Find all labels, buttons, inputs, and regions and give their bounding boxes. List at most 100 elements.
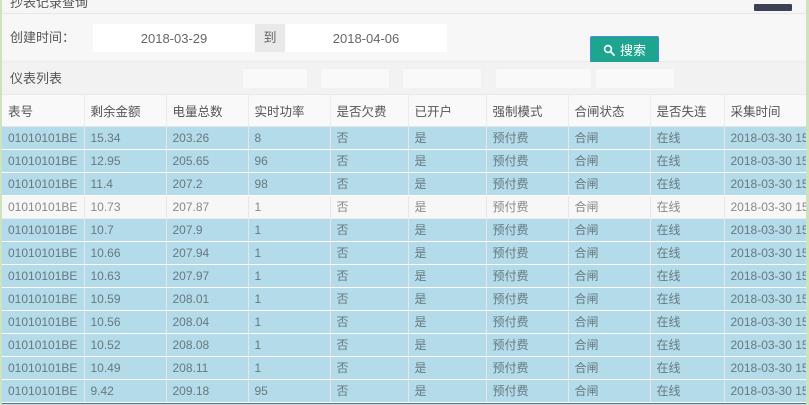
panel-titlebar: 抄表记录查询 (2, 0, 806, 14)
table-row[interactable]: 01010101BE10.7207.91否是预付费合闸在线2018-03-30 … (2, 218, 806, 241)
search-icon (603, 44, 615, 56)
cell-remaining-amount: 10.56 (84, 310, 166, 333)
table-row[interactable]: 01010101BE10.59208.011否是预付费合闸在线2018-03-3… (2, 287, 806, 310)
cell-in-arrears: 否 (330, 241, 408, 264)
table-row[interactable]: 01010101BE9.42209.1895否是预付费合闸在线2018-03-3… (2, 379, 806, 402)
cell-realtime-power: 1 (248, 287, 330, 310)
cell-collect-time: 2018-03-30 15:1 (724, 287, 806, 310)
cell-account-opened: 是 (408, 241, 486, 264)
search-button[interactable]: 搜索 (590, 36, 659, 63)
cell-force-mode: 预付费 (486, 379, 568, 402)
cell-total-energy: 207.2 (166, 172, 248, 195)
panel-title: 抄表记录查询 (10, 0, 806, 13)
cell-realtime-power: 8 (248, 126, 330, 149)
column-header-in-arrears: 是否欠费 (330, 95, 408, 126)
toolbar-ghost-button (495, 68, 592, 89)
cell-force-mode: 预付费 (486, 287, 568, 310)
cell-realtime-power: 1 (248, 310, 330, 333)
cell-remaining-amount: 10.73 (84, 195, 166, 218)
cell-meter-no: 01010101BE (2, 333, 84, 356)
cell-offline-state: 在线 (650, 310, 724, 333)
cell-force-mode: 预付费 (486, 310, 568, 333)
cell-realtime-power: 1 (248, 218, 330, 241)
column-header-account-opened: 已开户 (408, 95, 486, 126)
cell-force-mode: 预付费 (486, 241, 568, 264)
cell-remaining-amount: 15.34 (84, 126, 166, 149)
cell-account-opened: 是 (408, 264, 486, 287)
cell-offline-state: 在线 (650, 218, 724, 241)
column-header-force-mode: 强制模式 (486, 95, 568, 126)
cell-realtime-power: 98 (248, 172, 330, 195)
cell-switch-state: 合闸 (568, 149, 650, 172)
cell-meter-no: 01010101BE (2, 264, 84, 287)
cell-meter-no: 01010101BE (2, 218, 84, 241)
cell-total-energy: 208.08 (166, 333, 248, 356)
table-body: 01010101BE15.34203.268否是预付费合闸在线2018-03-3… (2, 126, 806, 402)
minus-icon (754, 4, 792, 11)
cell-realtime-power: 1 (248, 241, 330, 264)
table-row[interactable]: 01010101BE10.66207.941否是预付费合闸在线2018-03-3… (2, 241, 806, 264)
cell-total-energy: 208.04 (166, 310, 248, 333)
cell-account-opened: 是 (408, 126, 486, 149)
section-title: 仪表列表 (10, 62, 62, 95)
cell-meter-no: 01010101BE (2, 379, 84, 402)
cell-realtime-power: 1 (248, 195, 330, 218)
cell-offline-state: 在线 (650, 241, 724, 264)
cell-in-arrears: 否 (330, 264, 408, 287)
cell-collect-time: 2018-03-30 15:1 (724, 356, 806, 379)
cell-total-energy: 208.11 (166, 356, 248, 379)
column-header-realtime-power: 实时功率 (248, 95, 330, 126)
table-row[interactable]: 01010101BE10.63207.971否是预付费合闸在线2018-03-3… (2, 264, 806, 287)
table-row[interactable]: 01010101BE11.4207.298否是预付费合闸在线2018-03-30… (2, 172, 806, 195)
table-row[interactable]: 01010101BE15.34203.268否是预付费合闸在线2018-03-3… (2, 126, 806, 149)
table-header: 表号剩余金额电量总数实时功率是否欠费已开户强制模式合闸状态是否失连采集时间 (2, 95, 806, 126)
column-header-offline-state: 是否失连 (650, 95, 724, 126)
cell-switch-state: 合闸 (568, 333, 650, 356)
cell-offline-state: 在线 (650, 149, 724, 172)
cell-switch-state: 合闸 (568, 310, 650, 333)
table-row[interactable]: 01010101BE10.56208.041否是预付费合闸在线2018-03-3… (2, 310, 806, 333)
table-row[interactable]: 01010101BE12.95205.6596否是预付费合闸在线2018-03-… (2, 149, 806, 172)
cell-collect-time: 2018-03-30 15:1 (724, 126, 806, 149)
table-row[interactable]: 01010101BE10.49208.111否是预付费合闸在线2018-03-3… (2, 356, 806, 379)
cell-account-opened: 是 (408, 172, 486, 195)
toolbar-ghost-button (402, 68, 482, 89)
cell-switch-state: 合闸 (568, 379, 650, 402)
cell-offline-state: 在线 (650, 172, 724, 195)
start-date-input[interactable] (93, 24, 255, 52)
cell-total-energy: 207.9 (166, 218, 248, 241)
column-header-switch-state: 合闸状态 (568, 95, 650, 126)
cell-total-energy: 208.01 (166, 287, 248, 310)
cell-force-mode: 预付费 (486, 264, 568, 287)
filter-bar: 创建时间： 到 搜索 (2, 14, 806, 62)
cell-collect-time: 2018-03-30 15:1 (724, 241, 806, 264)
cell-collect-time: 2018-03-30 15:1 (724, 310, 806, 333)
table-row[interactable]: 01010101BE10.73207.871否是预付费合闸在线2018-03-3… (2, 195, 806, 218)
toolbar-ghost-button (320, 68, 390, 89)
end-date-input[interactable] (285, 24, 447, 52)
cell-account-opened: 是 (408, 356, 486, 379)
cell-in-arrears: 否 (330, 172, 408, 195)
cell-meter-no: 01010101BE (2, 172, 84, 195)
column-header-collect-time: 采集时间 (724, 95, 806, 126)
date-range-group: 到 (93, 24, 447, 52)
cell-meter-no: 01010101BE (2, 149, 84, 172)
cell-in-arrears: 否 (330, 218, 408, 241)
cell-collect-time: 2018-03-30 15:1 (724, 379, 806, 402)
cell-account-opened: 是 (408, 195, 486, 218)
cell-collect-time: 2018-03-30 15:1 (724, 218, 806, 241)
cell-realtime-power: 1 (248, 333, 330, 356)
toolbar-ghost-button (595, 68, 675, 89)
cell-account-opened: 是 (408, 149, 486, 172)
cell-realtime-power: 1 (248, 356, 330, 379)
collapse-button[interactable] (754, 3, 794, 12)
cell-total-energy: 203.26 (166, 126, 248, 149)
cell-in-arrears: 否 (330, 287, 408, 310)
cell-remaining-amount: 11.4 (84, 172, 166, 195)
cell-force-mode: 预付费 (486, 218, 568, 241)
cell-in-arrears: 否 (330, 356, 408, 379)
cell-collect-time: 2018-03-30 15:1 (724, 333, 806, 356)
table-row[interactable]: 01010101BE10.52208.081否是预付费合闸在线2018-03-3… (2, 333, 806, 356)
cell-collect-time: 2018-03-30 15:1 (724, 149, 806, 172)
cell-offline-state: 在线 (650, 126, 724, 149)
